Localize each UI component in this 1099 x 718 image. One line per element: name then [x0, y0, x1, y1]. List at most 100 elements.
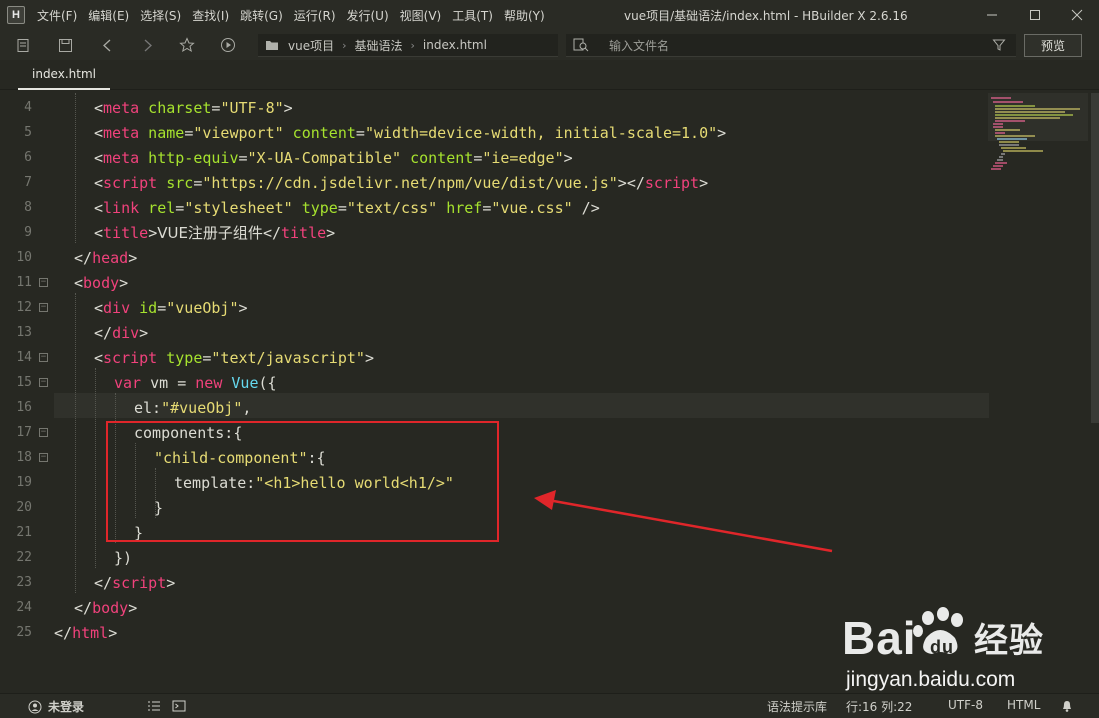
gutter-line: 14− — [0, 345, 52, 370]
baidu-paw-logo-icon: Bai du 经验 — [842, 607, 1043, 664]
syntax-hint-library[interactable]: 语法提示库 — [767, 698, 827, 715]
save-button[interactable] — [56, 36, 74, 54]
code-token: = — [202, 348, 212, 367]
code-token: "#vueObj" — [161, 398, 243, 417]
code-line: < link rel = "stylesheet" type = "text/css" h… — [54, 195, 600, 220]
menu-file[interactable]: 文件(F) — [37, 7, 77, 24]
code-token: > — [128, 598, 138, 617]
code-token: link — [103, 198, 140, 217]
code-token: > — [148, 223, 158, 242]
breadcrumb-project[interactable]: vue项目 — [288, 37, 334, 54]
code-editor[interactable]: 4 5 6 7 8 9 10 11− 12− 13 14− 15− 16 17−… — [0, 93, 1099, 693]
language-mode[interactable]: HTML — [1007, 698, 1040, 712]
filter-button[interactable] — [990, 36, 1008, 54]
window-title: vue项目/基础语法/index.html - HBuilder X 2.6.1… — [624, 9, 908, 23]
svg-text:Bai: Bai — [842, 612, 917, 664]
terminal-button[interactable] — [172, 699, 186, 716]
code-token: div — [112, 323, 140, 342]
gutter-line: 17− — [0, 420, 52, 445]
run-button[interactable] — [219, 36, 237, 54]
code-token: VUE注册子组件 — [157, 224, 263, 242]
gutter-line: 12− — [0, 295, 52, 320]
code-token: > — [326, 223, 336, 242]
code-token: content — [401, 148, 474, 167]
new-file-button[interactable] — [14, 36, 32, 54]
cursor-position[interactable]: 行:16 列:22 — [846, 698, 912, 715]
menu-select[interactable]: 选择(S) — [140, 7, 181, 24]
gutter-line: 21 — [0, 520, 52, 545]
code-token: > — [108, 623, 118, 642]
minimap-line — [993, 165, 1003, 167]
login-status[interactable]: 未登录 — [28, 698, 84, 715]
code-token: "text/css" — [346, 198, 438, 217]
code-token: = — [157, 298, 167, 317]
breadcrumb-file[interactable]: index.html — [423, 38, 487, 52]
file-search-input[interactable]: 输入文件名 — [566, 34, 1016, 57]
code-token: > — [563, 148, 573, 167]
fold-toggle-icon[interactable]: − — [39, 378, 48, 387]
minimap-line — [999, 156, 1003, 158]
fold-toggle-icon[interactable]: − — [39, 303, 48, 312]
fold-toggle-icon[interactable]: − — [39, 278, 48, 287]
fold-toggle-icon[interactable]: − — [39, 353, 48, 362]
back-button[interactable] — [98, 36, 116, 54]
maximize-button[interactable] — [1015, 0, 1055, 30]
menu-edit[interactable]: 编辑(E) — [88, 7, 129, 24]
line-number: 7 — [24, 175, 32, 190]
code-token: = — [193, 173, 203, 192]
code-token: < — [94, 173, 104, 192]
code-token: < — [94, 98, 104, 117]
code-line: </html > — [54, 620, 117, 645]
terminal-icon — [172, 700, 186, 712]
code-line: < body > — [54, 270, 128, 295]
tab-bar: index.html — [0, 60, 1099, 90]
menu-help[interactable]: 帮助(Y) — [504, 7, 545, 24]
minimap-line — [1001, 153, 1005, 155]
minimize-button[interactable] — [972, 0, 1012, 30]
code-token: < — [94, 348, 104, 367]
line-number: 18 — [16, 450, 32, 465]
code-line: < script src = "https://cdn.jsdelivr.net/np… — [54, 170, 708, 195]
code-token: src — [157, 173, 194, 192]
code-token: name — [139, 123, 185, 142]
notification-button[interactable] — [1060, 699, 1074, 716]
code-token: var — [114, 373, 142, 392]
code-token: < — [94, 198, 104, 217]
vertical-scrollbar[interactable] — [1091, 93, 1099, 423]
breadcrumb-separator-icon: › — [342, 38, 347, 52]
login-status-label: 未登录 — [48, 700, 85, 714]
menu-view[interactable]: 视图(V) — [400, 7, 442, 24]
line-number: 11 — [16, 275, 32, 290]
code-line: < title > VUE注册子组件 </title > — [54, 220, 335, 245]
menu-goto[interactable]: 跳转(G) — [240, 7, 283, 24]
outline-button[interactable] — [147, 699, 161, 716]
gutter-line: 11− — [0, 270, 52, 295]
gutter-line: 20 — [0, 495, 52, 520]
favorite-button[interactable] — [178, 36, 196, 54]
minimize-icon — [987, 14, 997, 16]
encoding-indicator[interactable]: UTF-8 — [948, 698, 983, 712]
code-line: < script type = "text/javascript" > — [54, 345, 374, 370]
forward-button[interactable] — [138, 36, 156, 54]
svg-text:du: du — [930, 637, 954, 657]
menu-tools[interactable]: 工具(T) — [452, 7, 493, 24]
menu-find[interactable]: 查找(I) — [192, 7, 229, 24]
code-token: title — [281, 223, 327, 242]
fold-toggle-icon[interactable]: − — [39, 453, 48, 462]
close-button[interactable] — [1057, 0, 1097, 30]
minimap-viewport[interactable] — [988, 93, 1088, 141]
code-token: = — [175, 198, 185, 217]
breadcrumb-separator-icon: › — [410, 38, 415, 52]
fold-toggle-icon[interactable]: − — [39, 428, 48, 437]
line-number: 14 — [16, 350, 32, 365]
code-token: = — [184, 123, 194, 142]
menu-publish[interactable]: 发行(U) — [347, 7, 389, 24]
preview-button[interactable]: 预览 — [1024, 34, 1082, 57]
menu-run[interactable]: 运行(R) — [294, 7, 336, 24]
watermark-url: jingyan.baidu.com — [846, 668, 1016, 691]
baidu-jingyan-watermark: Bai du 经验 jingyan.baidu.com — [842, 604, 1087, 694]
hbuilder-logo-icon: H — [7, 6, 25, 24]
breadcrumb-folder[interactable]: 基础语法 — [355, 37, 403, 54]
tab-index-html[interactable]: index.html — [18, 60, 110, 90]
code-token: > — [283, 98, 293, 117]
